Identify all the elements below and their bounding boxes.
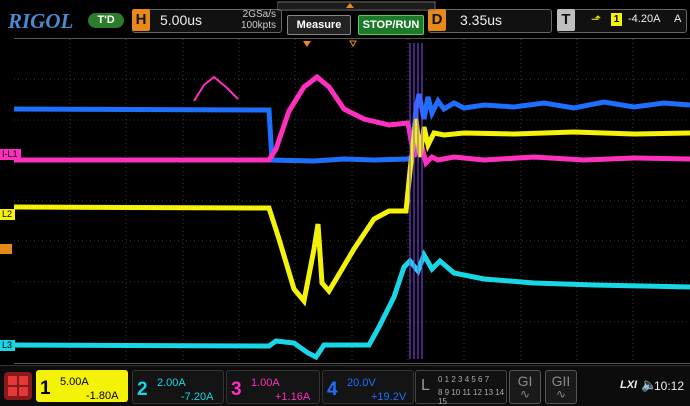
generator-1-button[interactable]: GI ∿ bbox=[509, 370, 541, 404]
ch3-status[interactable]: 3 1.00A +1.16A bbox=[226, 370, 320, 404]
ch2-status[interactable]: 2 2.00A -7.20A bbox=[132, 370, 224, 404]
ch3-scale: 1.00A bbox=[251, 377, 280, 389]
ch2-scale: 2.00A bbox=[157, 377, 186, 389]
ch4-status[interactable]: 4 20.0V +19.2V bbox=[322, 370, 414, 404]
sine-icon: ∿ bbox=[555, 387, 567, 401]
ch1-label-marker[interactable]: L2 bbox=[0, 209, 16, 220]
logic-bits-high: 8 9 10 11 12 13 14 15 bbox=[438, 388, 505, 406]
ch1-waveform bbox=[14, 118, 690, 307]
lxi-logo: LXI bbox=[620, 379, 638, 391]
trigger-position-marker[interactable] bbox=[303, 41, 311, 47]
ch1-scale: 5.00A bbox=[60, 376, 89, 388]
ch2-offset: -7.20A bbox=[181, 391, 214, 403]
channel-status-bar: 1 5.00A -1.80A 2 2.00A -7.20A 3 1.00A +1… bbox=[0, 365, 690, 406]
ch2-waveform bbox=[14, 249, 690, 361]
ch1-offset: -1.80A bbox=[86, 390, 119, 402]
waveform-graticule bbox=[14, 39, 690, 363]
ch4-scale: 20.0V bbox=[347, 377, 376, 389]
ch3-offset: +1.16A bbox=[275, 391, 311, 403]
transient-spikes bbox=[409, 43, 423, 359]
ch2-label-marker[interactable]: L3 bbox=[0, 340, 16, 351]
logic-analyzer-status[interactable]: L 0 1 2 3 4 5 6 7 8 9 10 11 12 13 14 15 bbox=[415, 370, 507, 406]
ch3-waveform-ghost bbox=[193, 75, 239, 102]
ch3-label-marker[interactable]: I-L1 bbox=[0, 149, 21, 160]
sine-icon: ∿ bbox=[519, 387, 531, 401]
clock: 10:12 bbox=[653, 379, 684, 393]
generator-2-button[interactable]: GII ∿ bbox=[545, 370, 577, 404]
trigger-level-marker[interactable] bbox=[0, 244, 12, 254]
logic-tag: L bbox=[421, 377, 430, 394]
waveform-display[interactable] bbox=[14, 38, 690, 364]
top-status-bar: RIGOL T'D H 5.00us 2GSa/s 100kpts Measur… bbox=[0, 0, 690, 37]
main-menu-button[interactable] bbox=[4, 372, 32, 400]
ch1-status[interactable]: 1 5.00A -1.80A bbox=[36, 370, 128, 402]
logic-bits-low: 0 1 2 3 4 5 6 7 bbox=[438, 375, 490, 384]
ch4-offset: +19.2V bbox=[371, 391, 407, 403]
center-marker bbox=[349, 40, 357, 47]
memory-position-bar bbox=[277, 1, 436, 11]
